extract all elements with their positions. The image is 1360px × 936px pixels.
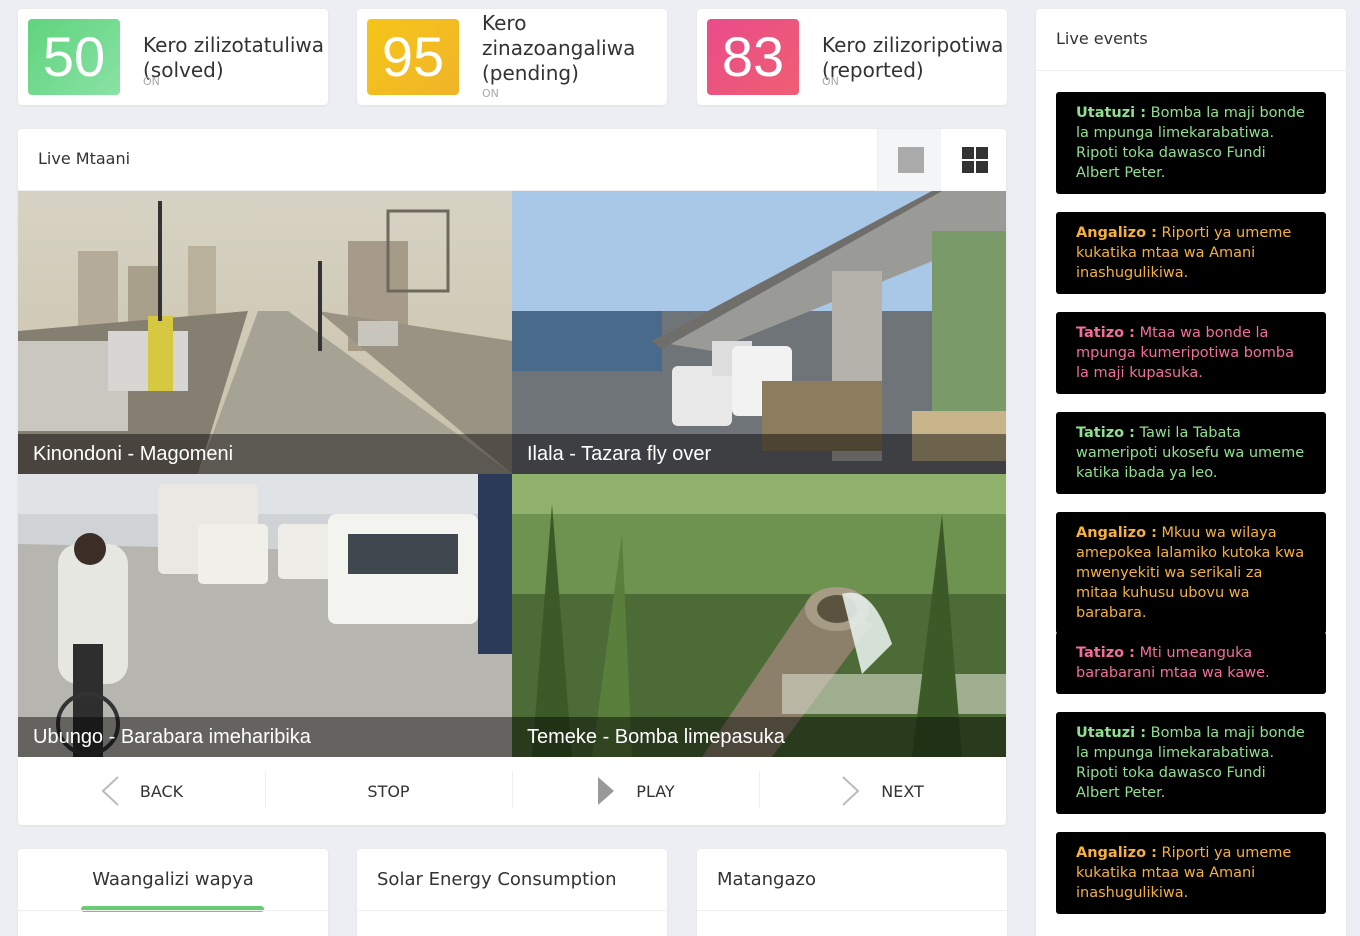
street-image [18, 191, 512, 474]
divider [357, 910, 667, 911]
next-button[interactable]: NEXT [759, 757, 1006, 825]
live-events-panel: Live events Utatuzi : Bomba la maji bond… [1036, 9, 1346, 936]
event-item[interactable]: Angalizo : Riporti ya umeme kukatika mta… [1056, 832, 1326, 914]
stat-number: 95 [367, 19, 459, 95]
stat-sub: ON [143, 75, 160, 88]
stat-card-solved: 50 Kero zilizotatuliwa (solved) ON [18, 9, 328, 105]
event-item[interactable]: Utatuzi : Bomba la maji bonde la mpunga … [1056, 92, 1326, 194]
live-mtaani-panel: Live Mtaani Kinondoni - Magomeni Ilala -… [18, 129, 1006, 825]
play-button[interactable]: PLAY [512, 757, 759, 825]
tile-label: Ubungo - Barabara imeharibika [18, 717, 512, 757]
play-icon [598, 777, 615, 805]
stop-label: STOP [367, 781, 410, 801]
solar-card: Solar Energy Consumption [357, 849, 667, 936]
stat-card-reported: 83 Kero zilizoripotiwa (reported) ON [697, 9, 1007, 105]
live-title: Live Mtaani [38, 149, 131, 168]
event-tag: Angalizo : [1076, 525, 1157, 541]
burst-pipe-image [512, 474, 1006, 757]
stat-title-line: (solved) [143, 58, 224, 82]
event-item[interactable]: Angalizo : Mkuu wa wilaya amepokea lalam… [1056, 512, 1326, 634]
chevron-left-icon [101, 776, 119, 806]
stat-title: Kero zilizotatuliwa (solved) [143, 33, 324, 83]
next-label: NEXT [881, 781, 924, 801]
waangalizi-title: Waangalizi wapya [92, 869, 254, 890]
road-image [18, 474, 512, 757]
back-label: BACK [139, 781, 184, 801]
stat-number: 83 [707, 19, 799, 95]
event-item[interactable]: Tatizo : Mti umeanguka barabarani mtaa w… [1056, 632, 1326, 694]
event-tag: Tatizo : [1076, 425, 1135, 441]
stat-title-line: zinazoangaliwa [482, 36, 636, 60]
stat-title-line: (pending) [482, 61, 579, 85]
chevron-right-icon [842, 776, 860, 806]
matangazo-title: Matangazo [717, 869, 816, 890]
stat-title-line: Kero zilizoripotiwa [822, 33, 1004, 57]
tile-label: Temeke - Bomba limepasuka [512, 717, 1006, 757]
event-tag: Angalizo : [1076, 225, 1157, 241]
camera-tile-ubungo[interactable]: Ubungo - Barabara imeharibika [18, 474, 512, 757]
stat-title: Kero zilizoripotiwa (reported) [822, 33, 1003, 83]
playback-controls: BACK STOP PLAY NEXT [18, 757, 1006, 825]
event-tag: Utatuzi : [1076, 725, 1147, 741]
stop-button[interactable]: STOP [265, 757, 512, 825]
stat-title-line: (reported) [822, 58, 924, 82]
grid-view-icon [962, 147, 988, 173]
event-item[interactable]: Tatizo : Tawi la Tabata wameripoti ukose… [1056, 412, 1326, 494]
event-item[interactable]: Utatuzi : Bomba la maji bonde la mpunga … [1056, 712, 1326, 814]
events-header: Live events [1036, 9, 1346, 71]
tile-label: Kinondoni - Magomeni [18, 434, 512, 474]
matangazo-card: Matangazo [697, 849, 1007, 936]
grid-view-button[interactable] [942, 129, 1006, 191]
tile-label: Ilala - Tazara fly over [512, 434, 1006, 474]
back-button[interactable]: BACK [18, 757, 265, 825]
event-tag: Tatizo : [1076, 325, 1135, 341]
event-tag: Utatuzi : [1076, 105, 1147, 121]
divider [18, 910, 328, 911]
stat-sub: ON [822, 75, 839, 88]
stat-number: 50 [28, 19, 120, 95]
divider [697, 910, 1007, 911]
stat-sub: ON [482, 87, 499, 100]
live-header: Live Mtaani [18, 129, 1006, 191]
stat-title-line: Kero [482, 11, 527, 35]
camera-tile-kinondoni[interactable]: Kinondoni - Magomeni [18, 191, 512, 474]
events-title: Live events [1056, 29, 1148, 48]
single-view-icon [898, 147, 924, 173]
stat-card-pending: 95 Kero zinazoangaliwa (pending) ON [357, 9, 667, 105]
single-view-button[interactable] [877, 129, 941, 191]
event-item[interactable]: Tatizo : Mtaa wa bonde la mpunga kumerip… [1056, 312, 1326, 394]
camera-tile-ilala[interactable]: Ilala - Tazara fly over [512, 191, 1006, 474]
stat-title-line: Kero zilizotatuliwa [143, 33, 325, 57]
solar-title: Solar Energy Consumption [377, 869, 617, 890]
waangalizi-card: Waangalizi wapya [18, 849, 328, 936]
flyover-image [512, 191, 1006, 474]
active-tab-indicator [81, 906, 264, 912]
event-item[interactable]: Angalizo : Riporti ya umeme kukatika mta… [1056, 212, 1326, 294]
event-tag: Angalizo : [1076, 845, 1157, 861]
stat-title: Kero zinazoangaliwa (pending) [482, 11, 635, 86]
camera-tile-temeke[interactable]: Temeke - Bomba limepasuka [512, 474, 1006, 757]
play-label: PLAY [636, 781, 675, 801]
event-tag: Tatizo : [1076, 645, 1135, 661]
